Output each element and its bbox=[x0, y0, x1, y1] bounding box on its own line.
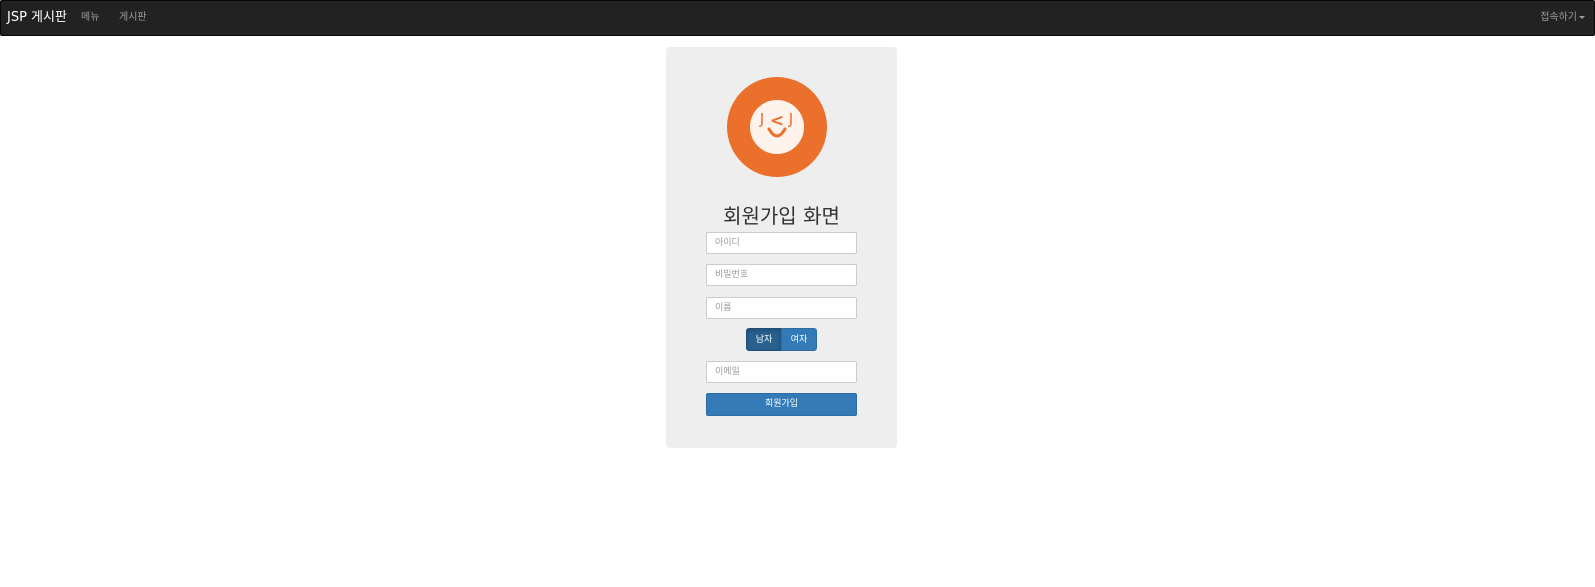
top-navbar: JSP 게시판 메뉴 게시판 접속하기 bbox=[0, 0, 1595, 36]
nav-link-menu[interactable]: 메뉴 bbox=[81, 1, 99, 35]
gender-toggle-group: 남자 여자 bbox=[746, 328, 817, 351]
logo-right-letter: J bbox=[788, 110, 793, 128]
signup-card: J < J 회원가입 화면 남자 여자 회원가입 bbox=[666, 47, 897, 448]
connect-dropdown-label: 접속하기 bbox=[1540, 12, 1577, 23]
nav-link-board[interactable]: 게시판 bbox=[119, 1, 147, 35]
smiley-face-logo: J < J bbox=[727, 77, 827, 177]
logo-left-letter: J bbox=[759, 110, 764, 128]
connect-dropdown[interactable]: 접속하기 bbox=[1540, 1, 1585, 35]
email-input[interactable] bbox=[706, 361, 857, 383]
page-title: 회원가입 화면 bbox=[723, 204, 840, 228]
signup-submit-button[interactable]: 회원가입 bbox=[706, 393, 857, 416]
caret-down-icon bbox=[1579, 15, 1585, 19]
gender-female-button[interactable]: 여자 bbox=[781, 328, 817, 351]
brand-link[interactable]: JSP 게시판 bbox=[7, 1, 67, 35]
password-input[interactable] bbox=[706, 264, 857, 286]
name-input[interactable] bbox=[706, 297, 857, 319]
gender-male-button[interactable]: 남자 bbox=[746, 328, 782, 351]
user-id-input[interactable] bbox=[706, 232, 857, 254]
logo-mid-glyph: < bbox=[770, 111, 784, 131]
